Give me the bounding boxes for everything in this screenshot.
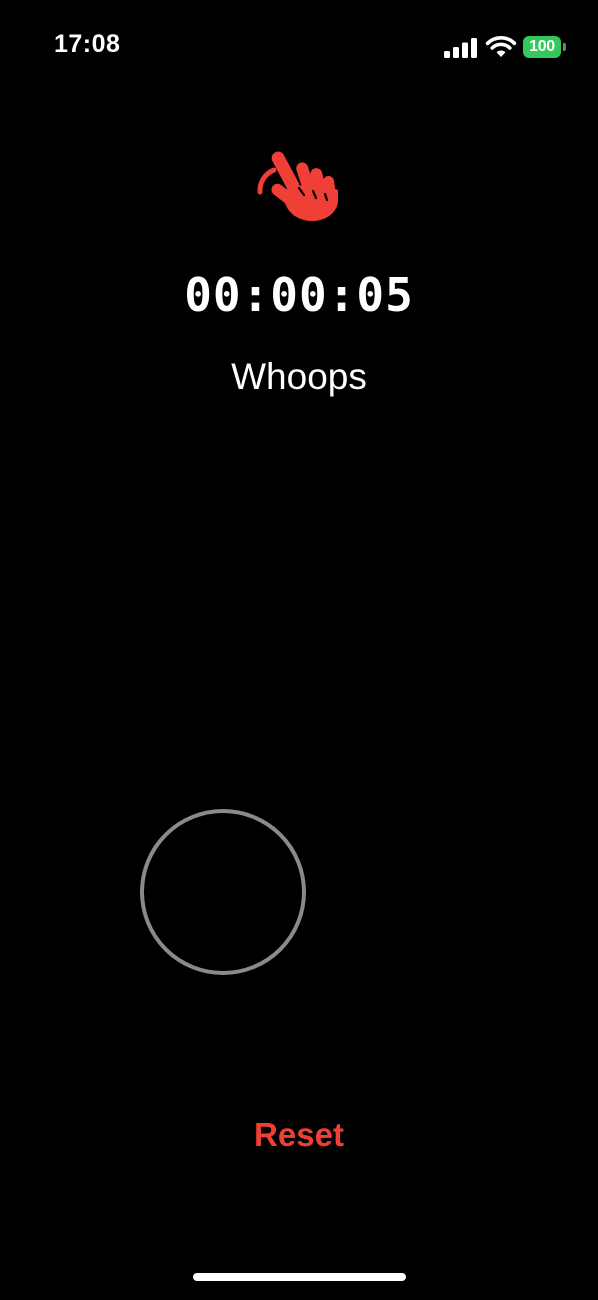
target-circle[interactable]: [140, 809, 306, 975]
elapsed-timer: 00:00:05: [184, 268, 414, 322]
home-indicator[interactable]: [193, 1273, 406, 1281]
tap-hand-icon: [257, 151, 338, 222]
reset-button[interactable]: Reset: [199, 1112, 399, 1158]
signal-icon: [444, 38, 477, 58]
battery-icon: 100: [523, 36, 567, 58]
battery-cap: [563, 43, 566, 51]
battery-level: 100: [523, 36, 561, 58]
status-time: 17:08: [54, 30, 121, 58]
wifi-icon: [485, 36, 517, 57]
result-message: Whoops: [231, 356, 367, 397]
status-bar: 17:08 100: [0, 0, 598, 96]
